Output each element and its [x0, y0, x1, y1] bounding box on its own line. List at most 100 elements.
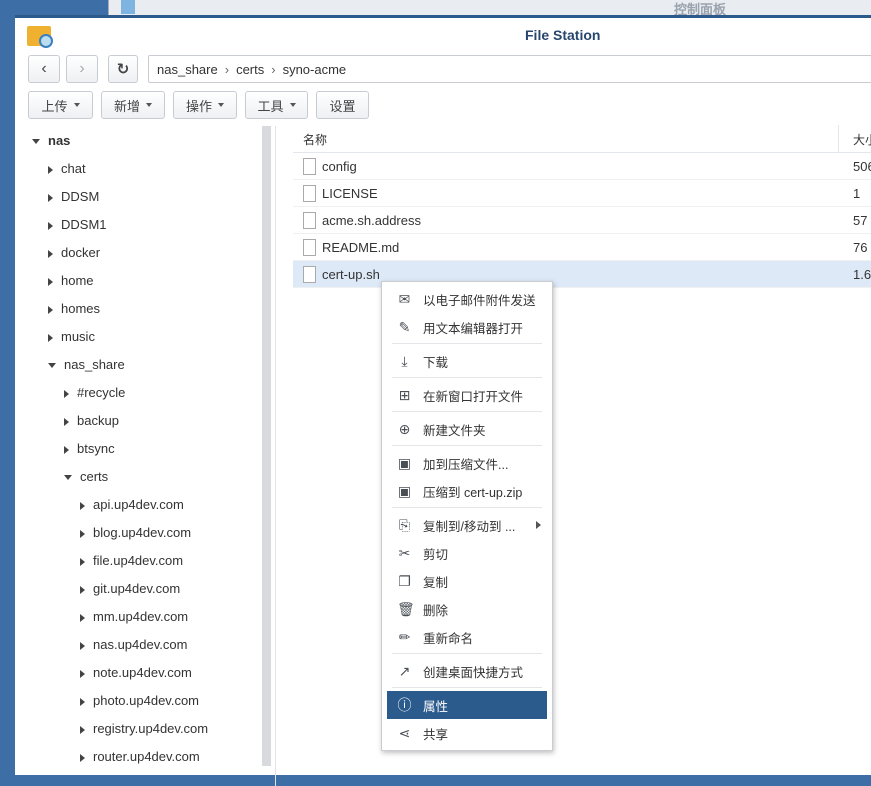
- tree-item[interactable]: file.up4dev.com: [80, 547, 183, 575]
- tree-item[interactable]: photo.up4dev.com: [80, 687, 199, 715]
- caret-right-icon[interactable]: [80, 557, 85, 566]
- caret-right-icon[interactable]: [48, 277, 53, 286]
- shortcut-icon: ↗: [398, 663, 411, 679]
- file-icon: [303, 239, 316, 256]
- tree-item[interactable]: DDSM: [48, 183, 99, 211]
- menu-item[interactable]: ⊕ 新建文件夹: [387, 415, 547, 443]
- file-icon: [303, 185, 316, 202]
- menu-item-label: 剪切: [423, 547, 449, 562]
- tree-item[interactable]: backup: [64, 407, 119, 435]
- breadcrumb[interactable]: nas_share › certs › syno-acme: [148, 55, 871, 83]
- settings-button[interactable]: 设置: [316, 91, 369, 119]
- action-button[interactable]: 操作: [173, 91, 237, 119]
- tree-item[interactable]: docker: [48, 239, 100, 267]
- panel-divider[interactable]: [275, 126, 276, 786]
- caret-right-icon[interactable]: [48, 165, 53, 174]
- menu-item-label: 重新命名: [423, 631, 474, 646]
- caret-right-icon[interactable]: [64, 389, 69, 398]
- title-bar[interactable]: File Station: [15, 18, 871, 56]
- file-row[interactable]: config 506: [293, 153, 871, 180]
- tree-item[interactable]: certs: [64, 463, 108, 491]
- file-row[interactable]: cert-up.sh 1.6: [293, 261, 871, 288]
- menu-item[interactable]: ❐ 复制: [387, 567, 547, 595]
- tree-item[interactable]: music: [48, 323, 95, 351]
- menu-item[interactable]: ▣ 压缩到 cert-up.zip: [387, 477, 547, 505]
- compress-icon: ▣: [397, 483, 412, 499]
- caret-right-icon[interactable]: [80, 725, 85, 734]
- caret-right-icon[interactable]: [80, 613, 85, 622]
- tree-item[interactable]: blog.up4dev.com: [80, 519, 191, 547]
- menu-item-label: 压缩到 cert-up.zip: [423, 485, 523, 500]
- menu-item[interactable]: ✎ 用文本编辑器打开: [387, 313, 547, 341]
- forward-button[interactable]: ›: [66, 55, 98, 83]
- caret-right-icon[interactable]: [48, 193, 53, 202]
- menu-separator: [392, 343, 542, 344]
- file-row[interactable]: acme.sh.address 57 b: [293, 207, 871, 234]
- tree-item[interactable]: chat: [48, 155, 86, 183]
- new-window-icon: ⊞: [398, 387, 411, 403]
- menu-item[interactable]: ▣ 加到压缩文件...: [387, 449, 547, 477]
- menu-item[interactable]: ↗ 创建桌面快捷方式: [387, 657, 547, 685]
- menu-item[interactable]: ✉ 以电子邮件附件发送: [387, 285, 547, 313]
- caret-right-icon[interactable]: [80, 669, 85, 678]
- file-list: 名称 大小 config 506 LICENSE 1 acme.sh.address 57…: [293, 125, 871, 288]
- caret-right-icon[interactable]: [80, 529, 85, 538]
- menu-item[interactable]: ✂ 剪切: [387, 539, 547, 567]
- caret-right-icon[interactable]: [64, 417, 69, 426]
- tree-item[interactable]: #recycle: [64, 379, 125, 407]
- tree-item[interactable]: nas.up4dev.com: [80, 631, 187, 659]
- caret-right-icon[interactable]: [80, 697, 85, 706]
- tree-item[interactable]: btsync: [64, 435, 115, 463]
- caret-right-icon[interactable]: [48, 333, 53, 342]
- caret-down-icon[interactable]: [48, 363, 56, 369]
- file-icon: [303, 158, 316, 175]
- tree-item[interactable]: homes: [48, 295, 100, 323]
- tree-item[interactable]: nas_share: [48, 351, 125, 379]
- caret-right-icon[interactable]: [64, 445, 69, 454]
- menu-item[interactable]: ⓘ 属性: [387, 691, 547, 719]
- tree-item[interactable]: home: [48, 267, 94, 295]
- refresh-button[interactable]: ↻: [108, 55, 138, 83]
- tree-item[interactable]: api.up4dev.com: [80, 491, 184, 519]
- tree-scrollbar[interactable]: [262, 126, 271, 766]
- menu-item[interactable]: ⤓ 下载: [387, 347, 547, 375]
- file-row[interactable]: LICENSE 1: [293, 180, 871, 207]
- caret-down-icon[interactable]: [32, 139, 40, 145]
- upload-button[interactable]: 上传: [28, 91, 93, 119]
- caret-right-icon[interactable]: [80, 585, 85, 594]
- column-divider[interactable]: [838, 125, 839, 152]
- tree-item[interactable]: DDSM1: [48, 211, 107, 239]
- breadcrumb-item[interactable]: nas_share: [157, 62, 218, 77]
- file-row[interactable]: README.md 76 b: [293, 234, 871, 261]
- column-header-size[interactable]: 大小: [853, 131, 871, 148]
- caret-right-icon[interactable]: [80, 501, 85, 510]
- tree-item[interactable]: router.up4dev.com: [80, 743, 200, 771]
- tree-item-label: git.up4dev.com: [93, 581, 181, 596]
- menu-item[interactable]: ⋖ 共享: [387, 719, 547, 747]
- menu-item[interactable]: 🗑 删除: [387, 595, 547, 623]
- menu-item[interactable]: ⊞ 在新窗口打开文件: [387, 381, 547, 409]
- breadcrumb-item[interactable]: syno-acme: [283, 62, 347, 77]
- tree-item[interactable]: note.up4dev.com: [80, 659, 192, 687]
- menu-item[interactable]: ✏ 重新命名: [387, 623, 547, 651]
- caret-right-icon[interactable]: [48, 249, 53, 258]
- caret-down-icon: [146, 103, 152, 107]
- tree-item[interactable]: registry.up4dev.com: [80, 715, 208, 743]
- caret-right-icon[interactable]: [80, 641, 85, 650]
- tree-item[interactable]: git.up4dev.com: [80, 575, 180, 603]
- tools-button[interactable]: 工具: [245, 91, 308, 119]
- caret-right-icon[interactable]: [48, 305, 53, 314]
- file-name: acme.sh.address: [322, 213, 421, 228]
- column-header-name[interactable]: 名称: [303, 131, 327, 148]
- tree-item-label: registry.up4dev.com: [93, 721, 209, 736]
- tree-item[interactable]: nas: [32, 127, 70, 155]
- caret-right-icon[interactable]: [80, 753, 85, 762]
- back-button[interactable]: ‹: [28, 55, 60, 83]
- caret-down-icon[interactable]: [64, 475, 72, 481]
- create-button[interactable]: 新增: [101, 91, 165, 119]
- background-window[interactable]: 控制面板: [108, 0, 871, 17]
- breadcrumb-item[interactable]: certs: [236, 62, 264, 77]
- menu-item[interactable]: ⎘ 复制到/移动到 ...: [387, 511, 547, 539]
- tree-item[interactable]: mm.up4dev.com: [80, 603, 188, 631]
- caret-right-icon[interactable]: [48, 221, 53, 230]
